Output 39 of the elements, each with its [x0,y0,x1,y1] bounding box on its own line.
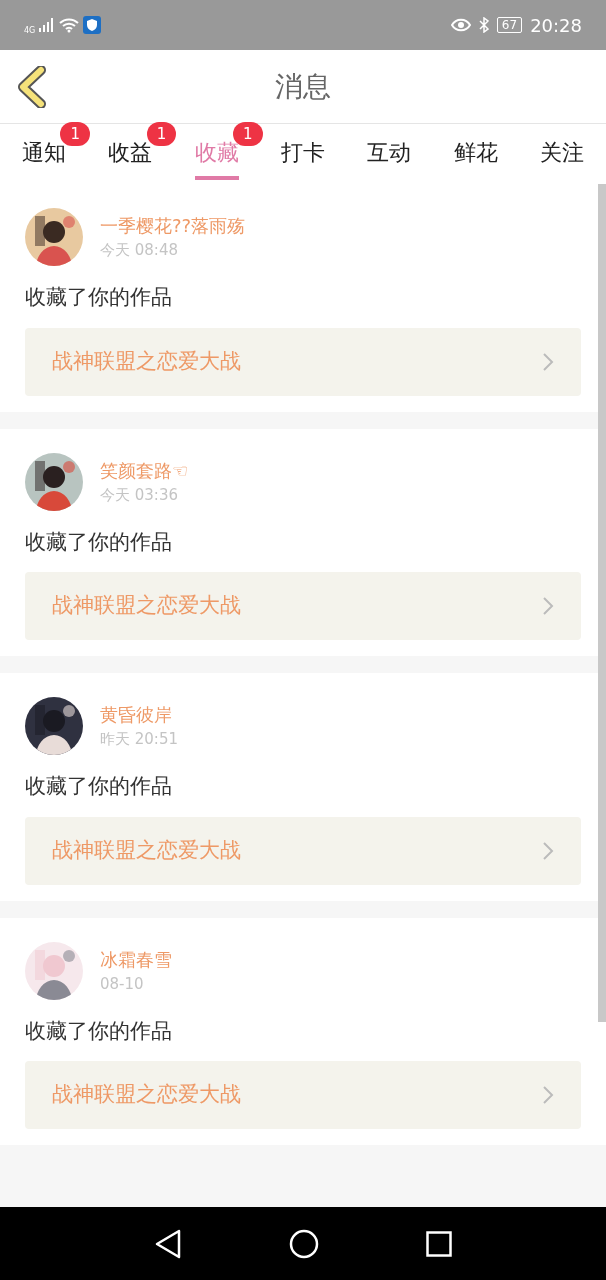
count-badge: 1 [146,122,177,146]
back-nav-icon[interactable] [153,1228,182,1259]
clock-time: 20:28 [530,13,582,38]
user-name[interactable]: 冰霜春雪 [100,945,172,973]
message-time: 今天 08:48 [100,240,179,262]
work-link[interactable]: 战神联盟之恋爱大战 [25,816,581,885]
message-time: 今天 03:36 [100,484,179,506]
home-nav-icon[interactable] [289,1228,319,1259]
signal-icon [39,18,56,32]
chevron-right-icon [542,596,554,616]
bluetooth-icon [478,17,489,33]
tab[interactable]: 互动 [367,128,412,180]
page-title: 消息 [275,68,331,105]
user-name[interactable]: 一季樱花??落雨殇 [100,212,246,240]
chevron-right-icon [542,351,554,372]
message-time: 昨天 20:51 [100,729,178,751]
user-name[interactable]: 笑颜套路☜ [100,456,189,484]
message-text: 收藏了你的作品 [25,773,173,800]
recents-nav-icon[interactable] [426,1230,453,1257]
eye-icon [450,18,471,32]
back-button[interactable] [16,64,48,109]
battery-icon: 67 [496,17,523,33]
count-badge: 1 [60,122,90,146]
shield-icon [83,16,102,34]
chevron-right-icon [542,1085,554,1105]
message-text: 收藏了你的作品 [25,284,173,311]
work-link[interactable]: 战神联盟之恋爱大战 [25,327,581,396]
message-time: 08-10 [100,973,145,995]
work-link[interactable]: 战神联盟之恋爱大战 [25,572,581,640]
tab[interactable]: 关注 [539,128,584,180]
message-text: 收藏了你的作品 [25,528,173,556]
tab[interactable]: 打卡 [281,128,325,180]
chevron-right-icon [542,840,554,861]
tab[interactable]: 鲜花 [453,128,498,180]
message-text: 收藏了你的作品 [25,1017,173,1045]
user-name[interactable]: 黄昏彼岸 [100,701,178,729]
work-link[interactable]: 战神联盟之恋爱大战 [25,1061,581,1129]
wifi-icon [59,17,80,33]
network-type: 4G [24,25,36,37]
